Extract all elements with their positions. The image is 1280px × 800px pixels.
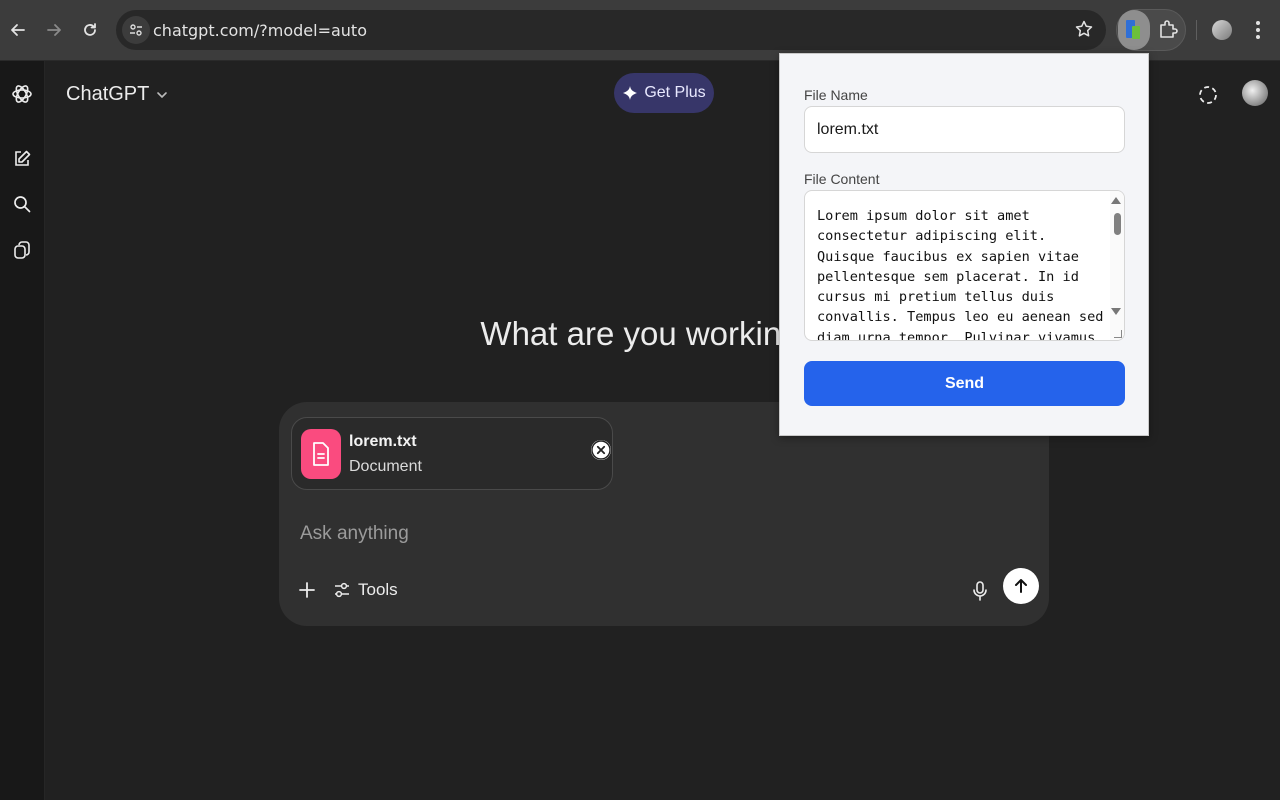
scroll-thumb[interactable]	[1114, 213, 1121, 235]
kebab-menu-icon[interactable]	[1248, 18, 1268, 47]
search-icon[interactable]	[9, 191, 35, 217]
forward-icon[interactable]	[38, 14, 70, 46]
app-title-text: ChatGPT	[66, 83, 150, 105]
remove-attachment-icon[interactable]	[591, 440, 611, 460]
document-icon	[301, 429, 341, 479]
avatar[interactable]	[1242, 80, 1268, 106]
tools-button[interactable]: Tools	[333, 578, 398, 602]
bookmark-star-icon[interactable]	[1074, 19, 1094, 44]
address-bar[interactable]: chatgpt.com/?model=auto	[116, 10, 1106, 50]
send-button[interactable]: Send	[804, 361, 1125, 406]
send-prompt-button[interactable]	[1003, 568, 1039, 604]
sliders-icon	[335, 582, 349, 598]
puzzle-icon[interactable]	[1156, 18, 1180, 47]
file-content-label: File Content	[804, 171, 880, 187]
extension-icon[interactable]	[1118, 10, 1150, 50]
file-content-text[interactable]: Lorem ipsum dolor sit amet consectetur a…	[817, 206, 1107, 340]
profile-icon[interactable]	[1212, 20, 1232, 40]
chevron-down-icon	[157, 91, 168, 98]
url-text[interactable]: chatgpt.com/?model=auto	[153, 21, 367, 40]
file-name-label: File Name	[804, 87, 868, 103]
site-info-icon[interactable]	[122, 16, 150, 44]
toolbar-divider	[1196, 20, 1197, 40]
sidebar-rail	[0, 61, 45, 800]
reload-icon[interactable]	[74, 14, 106, 46]
scrollbar[interactable]	[1110, 191, 1124, 340]
attachment-type: Document	[349, 458, 422, 475]
arrow-up-icon	[1015, 579, 1027, 593]
get-plus-button[interactable]: Get Plus	[614, 73, 714, 113]
get-plus-label: Get Plus	[644, 84, 706, 101]
file-content-field[interactable]: Lorem ipsum dolor sit amet consectetur a…	[804, 190, 1125, 341]
scroll-down-icon[interactable]	[1111, 308, 1121, 315]
resize-handle-icon[interactable]	[1114, 330, 1122, 338]
new-chat-icon[interactable]	[9, 146, 35, 172]
tools-label: Tools	[358, 580, 398, 599]
microphone-icon[interactable]	[968, 578, 992, 604]
model-selector[interactable]: ChatGPT	[66, 83, 169, 106]
sparkle-icon	[623, 86, 638, 100]
temporary-chat-icon[interactable]	[1193, 80, 1223, 110]
file-name-field[interactable]	[804, 106, 1125, 153]
attachment-name: lorem.txt	[349, 433, 417, 450]
attachment-card[interactable]: lorem.txt Document	[291, 417, 613, 490]
extension-popup: File Name File Content Lorem ipsum dolor…	[779, 53, 1149, 436]
library-icon[interactable]	[9, 237, 35, 263]
scroll-up-icon[interactable]	[1111, 197, 1121, 204]
prompt-input[interactable]	[300, 522, 960, 546]
back-icon[interactable]	[2, 14, 34, 46]
openai-logo-icon[interactable]	[9, 81, 35, 107]
add-attachment-icon[interactable]	[295, 578, 319, 602]
browser-toolbar: chatgpt.com/?model=auto	[0, 0, 1280, 61]
